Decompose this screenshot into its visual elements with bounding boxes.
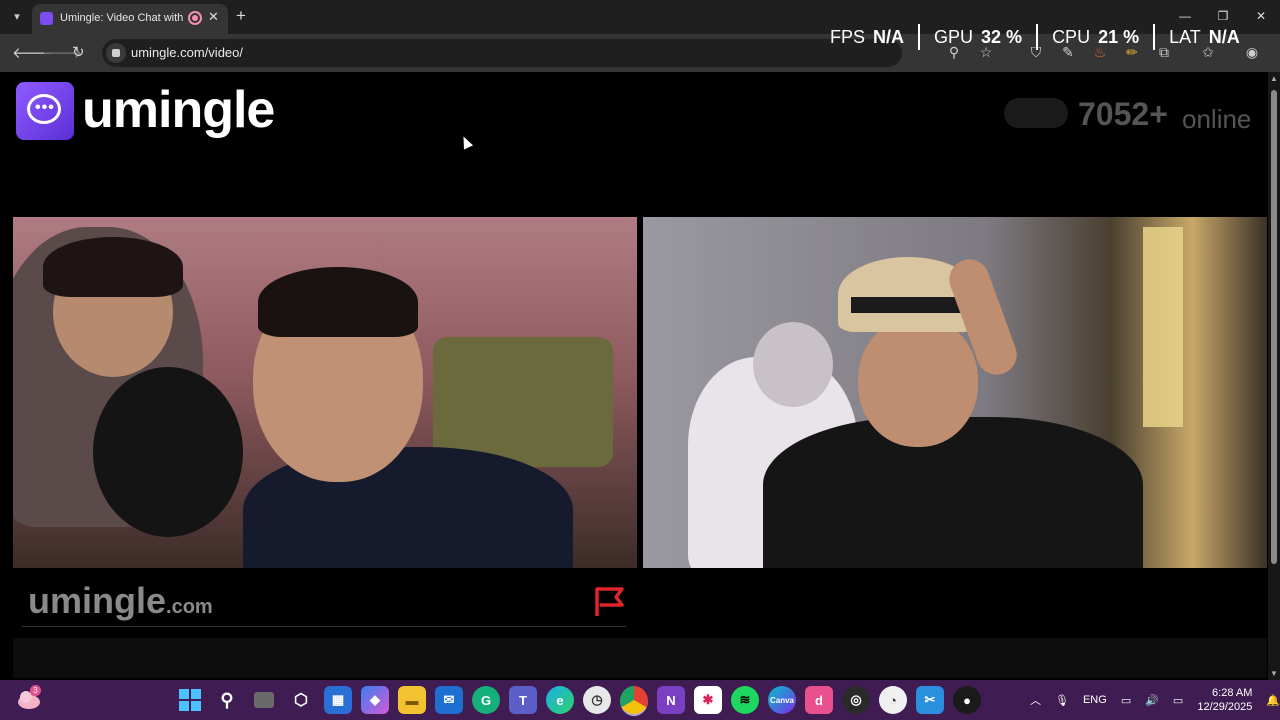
- microphone-icon[interactable]: 🎙: [1055, 694, 1069, 707]
- microphone-pop-filter: [93, 367, 243, 537]
- hat-band: [851, 297, 969, 313]
- self-video: [643, 217, 1267, 568]
- notifications-bell-icon[interactable]: 🔔: [1266, 694, 1280, 707]
- flag-icon: [595, 587, 624, 616]
- copilot-icon[interactable]: ◆: [361, 686, 389, 714]
- microsoft-store-icon[interactable]: ▦: [324, 686, 352, 714]
- file-explorer-icon[interactable]: ▬: [398, 686, 426, 714]
- cpu-value: 21 %: [1098, 26, 1140, 47]
- page-content: ••• umingle 7052+ online umingle.com: [0, 72, 1268, 680]
- grammarly-icon[interactable]: G: [472, 686, 500, 714]
- chat-divider: [22, 626, 626, 627]
- cpu-label: CPU: [1052, 26, 1091, 47]
- volume-icon[interactable]: 🔊: [1145, 694, 1159, 707]
- webcam-app-icon[interactable]: ●: [953, 686, 981, 714]
- tab-search-chevron-icon[interactable]: ▾: [8, 8, 26, 26]
- tray-overflow-chevron-icon[interactable]: ︿: [1030, 692, 1041, 708]
- windows-taskbar: 3 ⚲ ⬡ ▦ ◆ ▬ ✉ G T e ◷ N ✱ ≋ Canva d ◎ ◔ …: [0, 680, 1280, 720]
- umingle-logo-icon[interactable]: •••: [16, 82, 74, 140]
- umingle-favicon-icon: [40, 12, 53, 25]
- teams-icon[interactable]: T: [509, 686, 537, 714]
- watermark-main: umingle: [28, 580, 167, 621]
- chat-dots-icon: •••: [35, 99, 55, 116]
- online-toggle[interactable]: [1004, 98, 1068, 128]
- slack-icon[interactable]: ✱: [694, 686, 722, 714]
- chat-message-input[interactable]: [13, 638, 1267, 678]
- menu-kebab-icon[interactable]: ⋮: [1274, 42, 1280, 62]
- network-icon[interactable]: ▭: [1121, 694, 1131, 707]
- language-indicator[interactable]: ENG: [1083, 694, 1107, 706]
- online-count: 7052+: [1078, 96, 1168, 132]
- taskbar-apps: ⚲ ⬡ ▦ ◆ ▬ ✉ G T e ◷ N ✱ ≋ Canva d ◎ ◔ ✂ …: [176, 686, 981, 716]
- scroll-thumb[interactable]: [1271, 90, 1277, 564]
- speedometer-app-icon[interactable]: ◔: [879, 686, 907, 714]
- onenote-icon[interactable]: N: [657, 686, 685, 714]
- gpu-label: GPU: [934, 26, 974, 47]
- search-icon[interactable]: ⚲: [213, 686, 241, 714]
- person-sweater: [763, 417, 1143, 568]
- reload-button[interactable]: ↻: [72, 43, 85, 61]
- page-scrollbar[interactable]: ▲ ▼: [1268, 72, 1280, 680]
- scroll-up-arrow-icon[interactable]: ▲: [1270, 74, 1278, 83]
- adobe-app-icon[interactable]: d: [805, 686, 833, 714]
- new-tab-button[interactable]: +: [236, 6, 246, 26]
- scroll-down-arrow-icon[interactable]: ▼: [1270, 669, 1278, 678]
- recording-indicator-icon: [188, 11, 202, 25]
- address-bar[interactable]: umingle.com/video/: [102, 39, 902, 67]
- notification-badge: 3: [30, 685, 41, 696]
- url-text[interactable]: umingle.com/video/: [131, 45, 243, 60]
- lat-value: N/A: [1208, 26, 1240, 47]
- lat-label: LAT: [1169, 26, 1201, 47]
- browser-tab-umingle[interactable]: Umingle: Video Chat with Strangers ✕: [32, 4, 228, 34]
- couch-cushion: [433, 337, 613, 467]
- canva-icon[interactable]: Canva: [768, 686, 796, 714]
- person-cap: [753, 322, 833, 407]
- system-tray: ︿ 🎙 ENG ▭ 🔊 ▭ 6:28 AM 12/29/2025 🔔: [1030, 680, 1280, 720]
- unity-app-icon[interactable]: ⬡: [287, 686, 315, 714]
- online-label: online: [1182, 104, 1252, 134]
- tab-title: Umingle: Video Chat with Strangers: [60, 12, 184, 24]
- battery-icon[interactable]: ▭: [1173, 694, 1183, 707]
- clock-date: 12/29/2025: [1197, 701, 1253, 713]
- tab-close-button[interactable]: ✕: [208, 9, 219, 25]
- mirror-light: [1143, 227, 1183, 427]
- person-face: [858, 317, 978, 447]
- gpu-value: 32 %: [981, 26, 1023, 47]
- start-windows-icon[interactable]: [176, 686, 204, 714]
- task-view-icon[interactable]: [254, 692, 274, 708]
- logo-wordmark[interactable]: umingle: [82, 80, 275, 140]
- obs-icon[interactable]: ◎: [842, 686, 870, 714]
- clock-time: 6:28 AM: [1212, 687, 1253, 699]
- person-hair: [258, 267, 418, 337]
- report-flag-button[interactable]: [592, 584, 628, 620]
- spotify-icon[interactable]: ≋: [731, 686, 759, 714]
- site-info-icon[interactable]: [106, 43, 126, 63]
- person-hair: [43, 237, 183, 297]
- performance-overlay: FPS N/A GPU 32 % CPU 21 % LAT N/A: [830, 22, 1254, 52]
- clock-app-icon[interactable]: ◷: [583, 686, 611, 714]
- clock[interactable]: 6:28 AM 12/29/2025: [1197, 686, 1252, 714]
- fps-label: FPS: [830, 26, 866, 47]
- chrome-icon[interactable]: [620, 686, 648, 716]
- watermark-suffix: .com: [166, 596, 213, 618]
- edge-icon[interactable]: e: [546, 686, 574, 714]
- fps-value: N/A: [873, 26, 905, 47]
- outlook-icon[interactable]: ✉: [435, 686, 463, 714]
- stranger-video: [13, 217, 637, 568]
- umingle-watermark: umingle.com: [28, 580, 213, 622]
- snipping-tool-icon[interactable]: ✂: [916, 686, 944, 714]
